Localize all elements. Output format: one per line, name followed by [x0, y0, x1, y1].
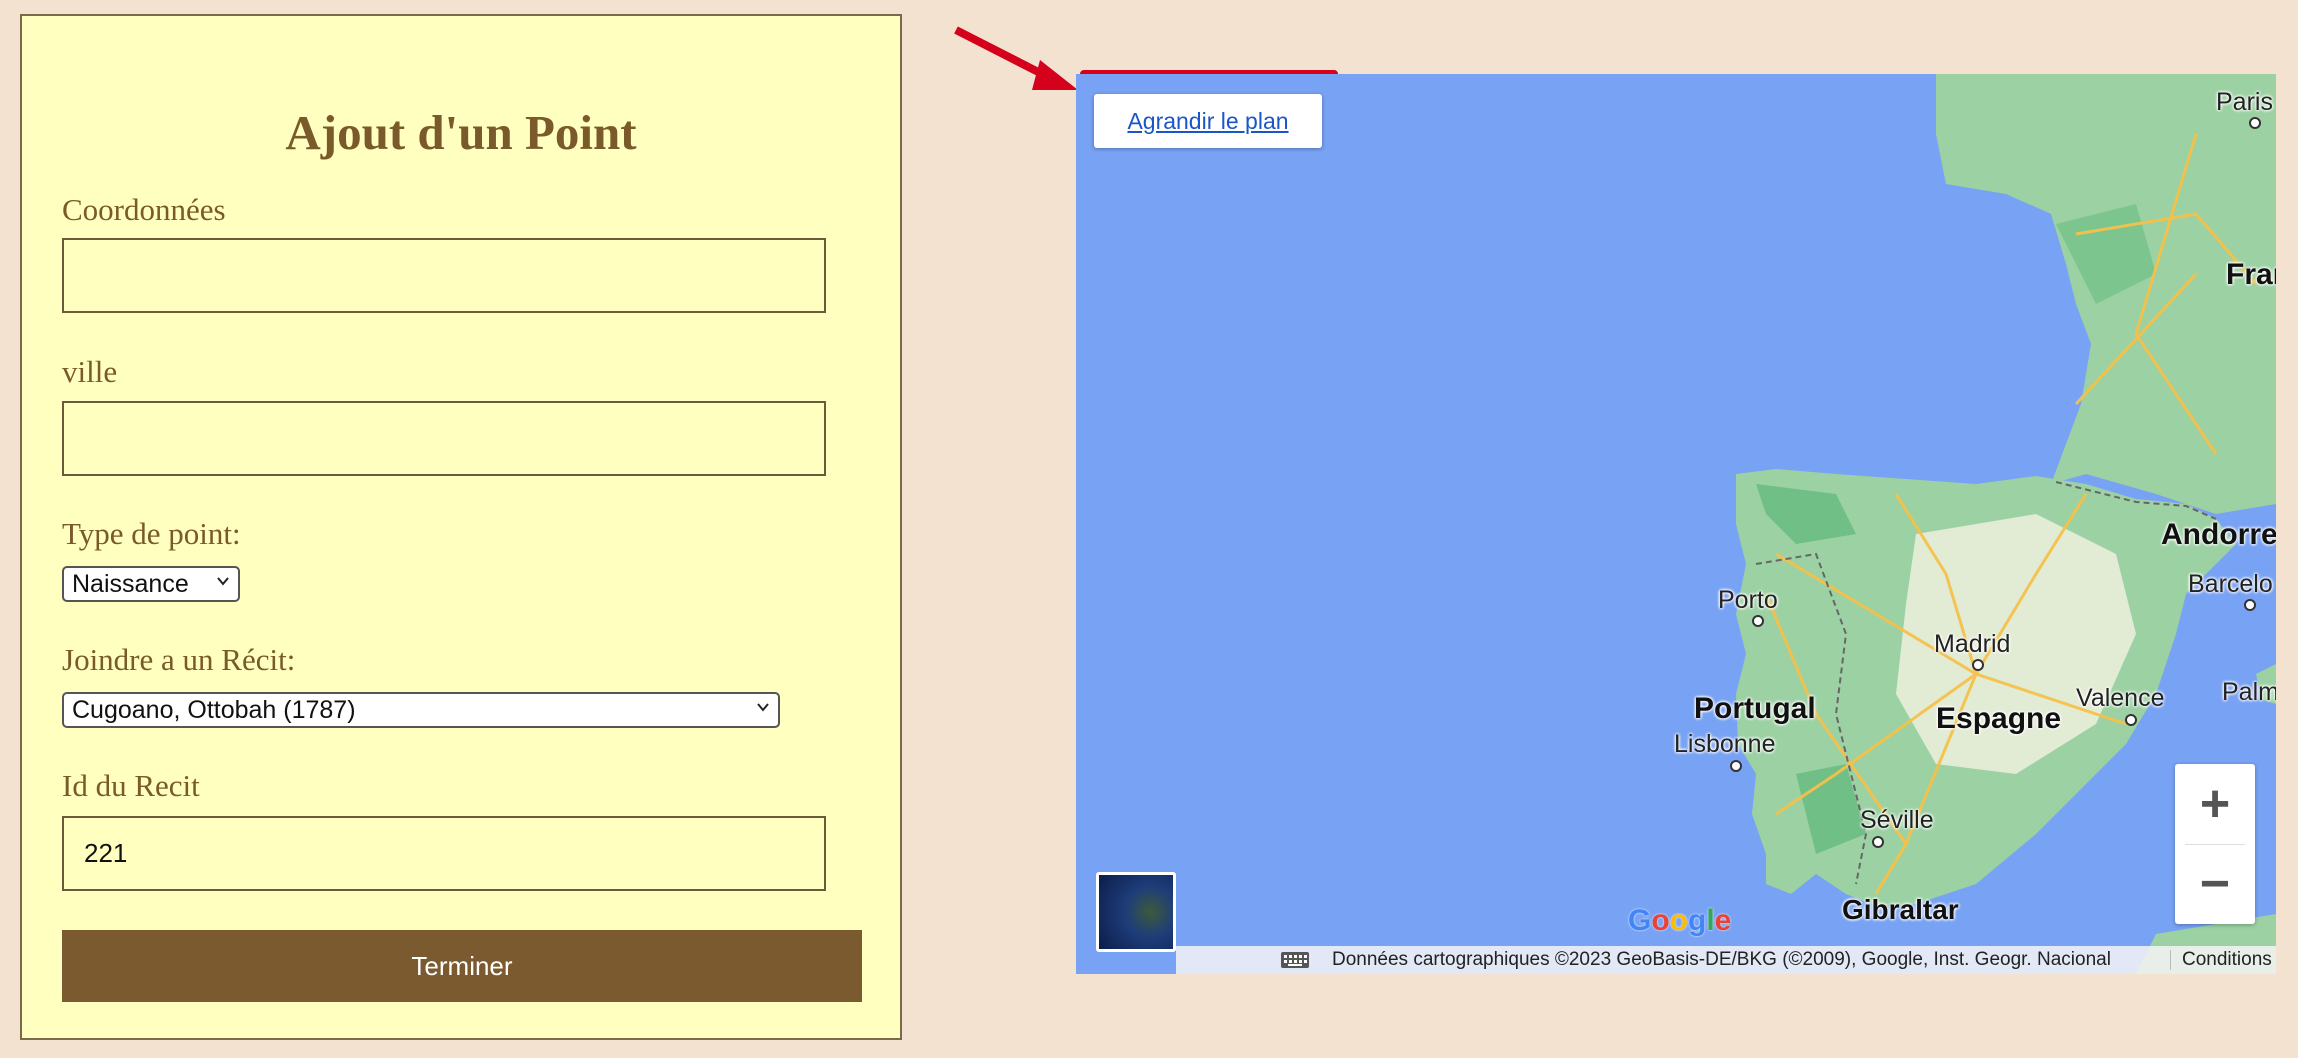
add-point-form: Ajout d'un Point Coordonnées ville Type … [20, 14, 902, 1040]
point-type-value: Naissance [72, 570, 189, 598]
map-attribution-bar: Données cartographiques ©2023 GeoBasis-D… [1176, 946, 2276, 974]
city-dot-paris [2249, 117, 2261, 129]
city-label-paris: Paris [2216, 88, 2273, 116]
attribution-separator [2170, 950, 2171, 970]
point-type-select[interactable]: Naissance [62, 566, 240, 602]
type-label: Type de point: [62, 516, 241, 551]
city-label-porto: Porto [1718, 586, 1778, 614]
city-label-palm: Palm [2222, 678, 2276, 706]
recit-id-input[interactable]: 221 [62, 816, 826, 891]
city-dot-madrid [1972, 659, 1984, 671]
recit-value: Cugoano, Ottobah (1787) [72, 696, 356, 724]
layer-thumbnail[interactable] [1096, 872, 1176, 952]
city-label-barcelo: Barcelo [2188, 570, 2273, 598]
red-arrow-annotation [954, 26, 1078, 90]
zoom-control: + − [2175, 764, 2255, 924]
chevron-down-icon [757, 703, 769, 712]
coords-label: Coordonnées [62, 192, 226, 227]
city-label-gibraltar: Gibraltar [1842, 894, 1959, 925]
city-label-valence: Valence [2076, 684, 2165, 712]
country-label-portugal: Portugal [1694, 692, 1816, 725]
country-label-espagne: Espagne [1936, 702, 2062, 735]
city-dot-barcelo [2244, 599, 2256, 611]
keyboard-icon[interactable] [1280, 950, 1310, 970]
map-view[interactable]: Agrandir le plan Paris Fran Andorre Barc… [1076, 74, 2276, 974]
recit-id-label: Id du Recit [62, 768, 200, 803]
city-label-seville: Séville [1860, 806, 1934, 834]
city-dot-seville [1872, 836, 1884, 848]
map-land [1736, 74, 2276, 974]
google-logo: Google [1628, 904, 1732, 937]
map-data-attribution: Données cartographiques ©2023 GeoBasis-D… [1332, 949, 2111, 970]
terms-link[interactable]: Conditions d'utilisation [2182, 949, 2276, 971]
zoom-in-button[interactable]: + [2175, 764, 2255, 844]
city-dot-lisbonne [1730, 760, 1742, 772]
enlarge-map-button[interactable]: Agrandir le plan [1094, 94, 1322, 148]
zoom-out-button[interactable]: − [2175, 844, 2255, 924]
recit-select[interactable]: Cugoano, Ottobah (1787) [62, 692, 780, 728]
city-dot-valence [2125, 714, 2137, 726]
recit-label: Joindre a un Récit: [62, 642, 296, 677]
chevron-down-icon [217, 577, 229, 586]
country-label-france: Fran [2226, 258, 2276, 291]
city-input[interactable] [62, 401, 826, 476]
city-label-lisbonne: Lisbonne [1674, 730, 1776, 758]
country-label-andorre: Andorre [2161, 518, 2276, 551]
city-dot-porto [1752, 615, 1764, 627]
city-label-madrid: Madrid [1934, 630, 2011, 658]
submit-button[interactable]: Terminer [62, 930, 862, 1002]
form-title: Ajout d'un Point [285, 105, 637, 160]
city-label: ville [62, 354, 118, 389]
coords-input[interactable] [62, 238, 826, 313]
